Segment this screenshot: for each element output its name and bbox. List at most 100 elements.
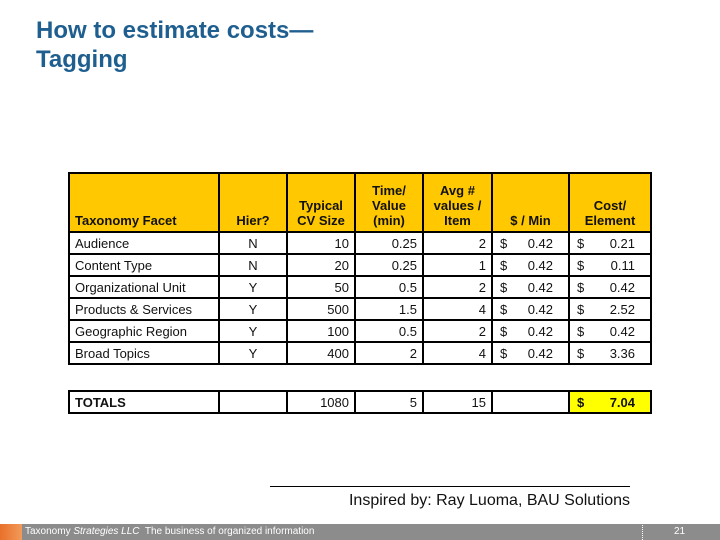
cell-cost-per-element-value: 3.36 [609, 345, 635, 361]
cell-dollars-per-min: $0.42 [491, 275, 570, 299]
cell-dollars-per-min-currency: $ [500, 345, 508, 361]
cell-time-per-value: 1.5 [354, 297, 424, 321]
cell-time-per-value: 0.5 [354, 275, 424, 299]
totals-cost-currency: $ [577, 394, 585, 410]
cell-dollars-per-min: $0.42 [491, 231, 570, 255]
header-cost-line-2: Element [584, 213, 636, 228]
cell-avg-values: 4 [422, 297, 493, 321]
cell-dollars-per-min-currency: $ [500, 235, 508, 251]
credit-divider [270, 486, 630, 487]
header-cost-per-element: Cost/ Element [568, 172, 652, 233]
header-avg-line-1: Avg # [440, 183, 475, 198]
cell-cost-per-element: $0.21 [568, 231, 652, 255]
cell-cv-size: 400 [286, 341, 356, 365]
cell-cost-per-element-currency: $ [577, 301, 585, 317]
totals-time: 5 [354, 390, 424, 414]
cell-cost-per-element: $0.42 [568, 275, 652, 299]
cell-dollars-per-min-value: 0.42 [527, 235, 553, 251]
header-dollars-per-min: $ / Min [491, 172, 570, 233]
cell-time-per-value: 0.25 [354, 253, 424, 277]
cell-dollars-per-min: $0.42 [491, 297, 570, 321]
header-time-per-value: Time/ Value (min) [354, 172, 424, 233]
cell-avg-values: 2 [422, 319, 493, 343]
cell-time-per-value: 0.25 [354, 231, 424, 255]
header-cost-line-1: Cost/ [593, 198, 627, 213]
cell-dollars-per-min-value: 0.42 [527, 279, 553, 295]
cell-time-per-value: 2 [354, 341, 424, 365]
footer-bar: Taxonomy Strategies LLC The business of … [0, 520, 720, 540]
cell-dollars-per-min: $0.42 [491, 319, 570, 343]
cell-hier: Y [218, 319, 288, 343]
cell-cost-per-element: $0.11 [568, 253, 652, 277]
header-avg-line-3: Item [444, 213, 471, 228]
cell-dollars-per-min-currency: $ [500, 257, 508, 273]
footer-text: Taxonomy Strategies LLC The business of … [25, 526, 314, 537]
cell-cv-size: 100 [286, 319, 356, 343]
header-avg-line-2: values / [433, 198, 482, 213]
cell-taxonomy-facet: Audience [68, 231, 220, 255]
totals-cost: $ 7.04 [568, 390, 652, 414]
cell-dollars-per-min: $0.42 [491, 253, 570, 277]
cell-dollars-per-min: $0.42 [491, 341, 570, 365]
cell-cost-per-element-value: 0.42 [609, 279, 635, 295]
header-avg-values: Avg # values / Item [422, 172, 493, 233]
footer-company-prefix: Taxonomy [25, 526, 74, 537]
cell-hier: Y [218, 297, 288, 321]
footer-divider [642, 520, 643, 540]
cell-cv-size: 50 [286, 275, 356, 299]
cell-cv-size: 500 [286, 297, 356, 321]
cell-cost-per-element: $0.42 [568, 319, 652, 343]
credit-text: Inspired by: Ray Luoma, BAU Solutions [348, 492, 630, 509]
totals-avg-values: 15 [422, 390, 493, 414]
cell-hier: N [218, 253, 288, 277]
footer-company-italic: Strategies LLC [73, 526, 140, 537]
cell-avg-values: 2 [422, 231, 493, 255]
cell-taxonomy-facet: Geographic Region [68, 319, 220, 343]
cell-cost-per-element-value: 0.42 [609, 323, 635, 339]
header-time-line-3: (min) [373, 213, 405, 228]
table-row: Content Type N 20 0.25 1 $0.42 $0.11 [68, 253, 652, 277]
cell-cost-per-element-currency: $ [577, 279, 585, 295]
cell-dollars-per-min-value: 0.42 [527, 257, 553, 273]
cell-hier: N [218, 231, 288, 255]
slide-title: How to estimate costs— Tagging [36, 16, 313, 74]
cell-dollars-per-min-value: 0.42 [527, 323, 553, 339]
slide-title-line-2: Tagging [36, 46, 128, 73]
cell-dollars-per-min-value: 0.42 [527, 345, 553, 361]
cell-cost-per-element: $2.52 [568, 297, 652, 321]
cell-dollars-per-min-currency: $ [500, 323, 508, 339]
totals-rate [491, 390, 570, 414]
cell-avg-values: 4 [422, 341, 493, 365]
cell-cost-per-element: $3.36 [568, 341, 652, 365]
cell-taxonomy-facet: Organizational Unit [68, 275, 220, 299]
company-logo-icon [0, 524, 22, 540]
cell-dollars-per-min-currency: $ [500, 279, 508, 295]
cell-time-per-value: 0.5 [354, 319, 424, 343]
cell-taxonomy-facet: Products & Services [68, 297, 220, 321]
totals-row: TOTALS 1080 5 15 $ 7.04 [68, 390, 652, 414]
footer-tagline: The business of organized information [139, 526, 315, 537]
totals-table: TOTALS 1080 5 15 $ 7.04 [68, 390, 652, 414]
table-header-row: Taxonomy Facet Hier? Typical CV Size Tim… [68, 172, 652, 233]
totals-label: TOTALS [68, 390, 220, 414]
table-row: Broad Topics Y 400 2 4 $0.42 $3.36 [68, 341, 652, 365]
page-number: 21 [674, 526, 686, 537]
cell-avg-values: 2 [422, 275, 493, 299]
slide-title-line-1: How to estimate costs— [36, 17, 314, 44]
cell-cost-per-element-currency: $ [577, 345, 585, 361]
table-row: Organizational Unit Y 50 0.5 2 $0.42 $0.42 [68, 275, 652, 299]
cell-hier: Y [218, 275, 288, 299]
header-time-line-1: Time/ [372, 183, 406, 198]
cell-taxonomy-facet: Broad Topics [68, 341, 220, 365]
header-cv-size: Typical CV Size [286, 172, 356, 233]
cell-cost-per-element-value: 0.21 [609, 235, 635, 251]
cell-cost-per-element-currency: $ [577, 235, 585, 251]
header-taxonomy-facet: Taxonomy Facet [68, 172, 220, 233]
header-cv-size-line-1: Typical [299, 198, 343, 213]
totals-cv-size: 1080 [286, 390, 356, 414]
table-row: Audience N 10 0.25 2 $0.42 $0.21 [68, 231, 652, 255]
cell-taxonomy-facet: Content Type [68, 253, 220, 277]
cell-cv-size: 20 [286, 253, 356, 277]
cell-cost-per-element-currency: $ [577, 323, 585, 339]
totals-cost-value: 7.04 [609, 394, 635, 410]
